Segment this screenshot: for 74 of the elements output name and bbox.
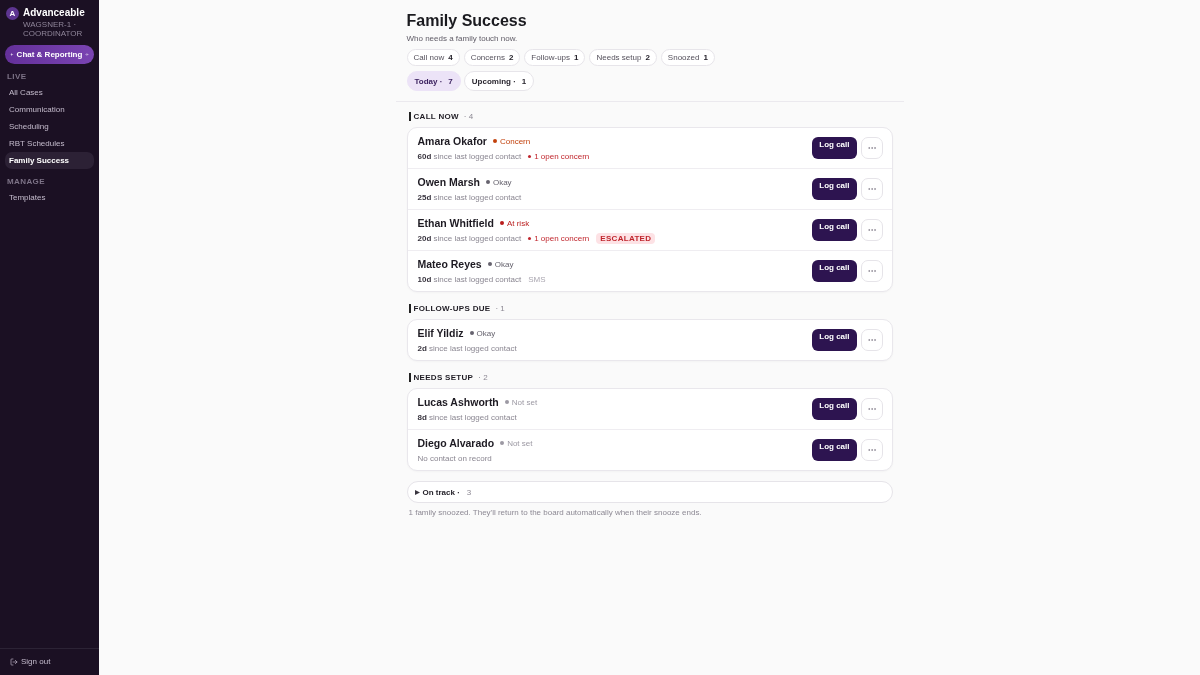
- concern-text: 1 open concern: [534, 234, 590, 243]
- status-label: Concern: [499, 136, 531, 146]
- arrow-right-icon: [85, 51, 89, 58]
- log-call-button[interactable]: Log call: [812, 219, 857, 241]
- sparkle-icon: [10, 51, 14, 58]
- brand-avatar: A: [6, 7, 19, 20]
- log-call-button[interactable]: Log call: [812, 178, 857, 200]
- nav-item[interactable]: RBT Schedules: [5, 135, 94, 152]
- family-name: Elif Yildiz: [417, 327, 464, 339]
- dot-icon: [528, 237, 532, 240]
- filter-chip[interactable]: Follow-ups 1: [524, 49, 586, 66]
- page-subtitle: Who needs a family touch now.: [406, 34, 518, 44]
- section-count: · 2: [478, 372, 488, 382]
- footnote-text: 1 family snoozed. They'll return to the board automatically when their snooze ends.: [408, 508, 703, 518]
- more-button[interactable]: [860, 260, 883, 282]
- log-call-button[interactable]: Log call: [812, 398, 857, 420]
- on-track-toggle[interactable]: On track · 3: [406, 481, 893, 503]
- log-call-button[interactable]: Log call: [812, 439, 857, 461]
- section-title: FOLLOW-UPS DUE: [408, 303, 491, 313]
- log-call-button[interactable]: Log call: [812, 260, 857, 282]
- sign-out-icon: [10, 657, 18, 666]
- section-count: · 4: [463, 111, 474, 121]
- filter-chip[interactable]: Needs setup 2: [589, 49, 657, 66]
- more-button[interactable]: [860, 329, 883, 351]
- tab[interactable]: Today · 7: [406, 71, 461, 91]
- log-call-button[interactable]: Log call: [812, 329, 857, 351]
- filter-chip[interactable]: Snoozed 1: [660, 49, 715, 66]
- contact-text: No contact on record: [417, 454, 492, 463]
- contact-text: 60d since last logged contact: [417, 152, 522, 161]
- group-label: MANAGE: [6, 177, 46, 187]
- section-count: · 1: [495, 303, 505, 313]
- family-name: Owen Marsh: [417, 176, 480, 188]
- contact-text: 10d since last logged contact: [417, 275, 522, 284]
- family-name: Amara Okafor: [417, 135, 487, 147]
- nav-item[interactable]: Scheduling: [5, 118, 94, 135]
- more-button[interactable]: [860, 219, 883, 241]
- channel-label: SMS: [528, 275, 546, 284]
- filter-chip[interactable]: Call now 4: [406, 49, 460, 66]
- status-label: At risk: [506, 218, 530, 228]
- concern-text: 1 open concern: [534, 152, 590, 161]
- group-label: LIVE: [6, 72, 28, 82]
- contact-text: 20d since last logged contact: [417, 234, 522, 243]
- nav-item[interactable]: Communication: [5, 101, 94, 118]
- chat-button[interactable]: Chat & Reporting: [5, 45, 94, 64]
- status-label: Okay: [476, 328, 496, 338]
- section-title: CALL NOW: [408, 111, 459, 121]
- contact-text: 8d since last logged contact: [417, 413, 517, 422]
- filter-chip[interactable]: Concerns 2: [463, 49, 521, 66]
- escalated-badge: ESCALATED: [596, 233, 656, 244]
- app-subtitle: WAGSNER-1 · COORDINATOR: [23, 20, 84, 38]
- nav-item[interactable]: Templates: [5, 189, 94, 206]
- more-button[interactable]: [860, 398, 883, 420]
- page-title: Family Success: [406, 11, 527, 30]
- status-label: Not set: [511, 397, 538, 407]
- log-call-button[interactable]: Log call: [812, 137, 857, 159]
- contact-text: 25d since last logged contact: [417, 193, 522, 202]
- family-name: Mateo Reyes: [417, 258, 482, 270]
- app-name: Advanceable: [23, 6, 86, 19]
- nav-item[interactable]: All Cases: [5, 84, 94, 101]
- section-title: NEEDS SETUP: [408, 372, 474, 382]
- dot-icon: [528, 155, 532, 158]
- more-button[interactable]: [860, 439, 883, 461]
- family-name: Lucas Ashworth: [417, 396, 499, 408]
- status-label: Okay: [494, 259, 514, 269]
- nav-item[interactable]: Family Success: [5, 152, 94, 169]
- tab[interactable]: Upcoming · 1: [463, 71, 535, 91]
- more-button[interactable]: [860, 137, 883, 159]
- contact-text: 2d since last logged contact: [417, 344, 517, 353]
- status-label: Not set: [507, 438, 533, 448]
- family-name: Diego Alvarado: [417, 437, 495, 449]
- sign-out-button[interactable]: Sign out: [9, 656, 52, 667]
- family-name: Ethan Whitfield: [417, 217, 494, 229]
- status-label: Okay: [492, 177, 512, 187]
- more-button[interactable]: [860, 178, 883, 200]
